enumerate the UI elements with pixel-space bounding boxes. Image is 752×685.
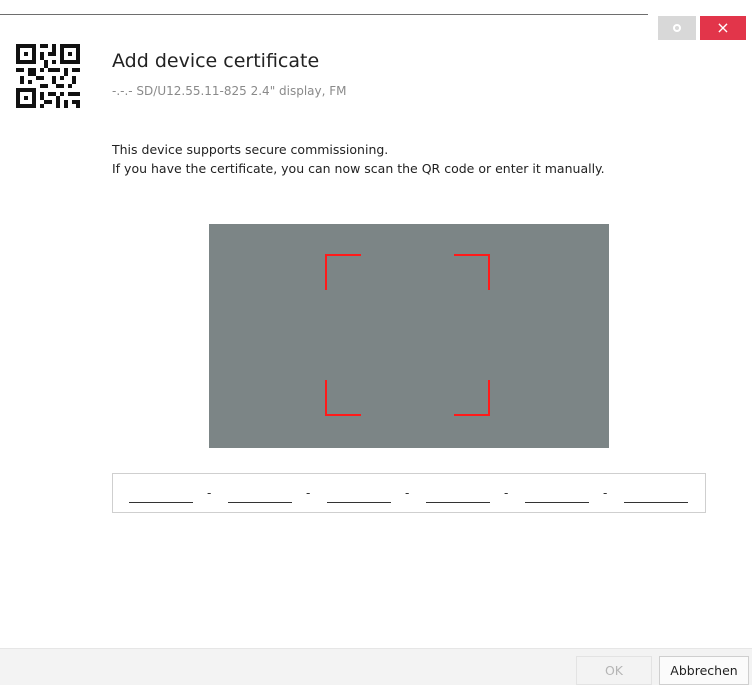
certificate-segment-1[interactable] — [129, 502, 193, 503]
certificate-segment-3[interactable] — [327, 502, 391, 503]
certificate-input[interactable]: - - - - - — [112, 473, 706, 513]
certificate-separator: - — [405, 486, 410, 500]
description-line-1: This device supports secure commissionin… — [112, 142, 389, 157]
cancel-button[interactable]: Abbrechen — [659, 656, 749, 685]
scan-frame-corner-bottom-right — [454, 380, 490, 416]
gear-icon — [673, 24, 681, 32]
qr-scanner-view[interactable] — [209, 224, 609, 448]
certificate-segment-6[interactable] — [624, 502, 688, 503]
certificate-segment-5[interactable] — [525, 502, 589, 503]
certificate-segment-2[interactable] — [228, 502, 292, 503]
certificate-separator: - — [306, 486, 311, 500]
certificate-separator: - — [603, 486, 608, 500]
close-icon: × — [716, 18, 730, 37]
scan-frame-corner-bottom-left — [325, 380, 361, 416]
certificate-separator: - — [207, 486, 212, 500]
scan-frame-corner-top-right — [454, 254, 490, 290]
close-button[interactable]: × — [700, 16, 746, 40]
certificate-segment-4[interactable] — [426, 502, 490, 503]
ok-button[interactable]: OK — [576, 656, 652, 685]
certificate-separator: - — [504, 486, 509, 500]
dialog-title: Add device certificate — [112, 50, 320, 72]
scan-frame-corner-top-left — [325, 254, 361, 290]
title-bar-line — [0, 14, 648, 15]
qr-code-icon — [16, 44, 80, 108]
device-subtitle: -.-.- SD/U12.55.11-825 2.4" display, FM — [112, 84, 347, 98]
settings-button[interactable] — [658, 16, 696, 40]
description-line-2: If you have the certificate, you can now… — [112, 161, 605, 176]
